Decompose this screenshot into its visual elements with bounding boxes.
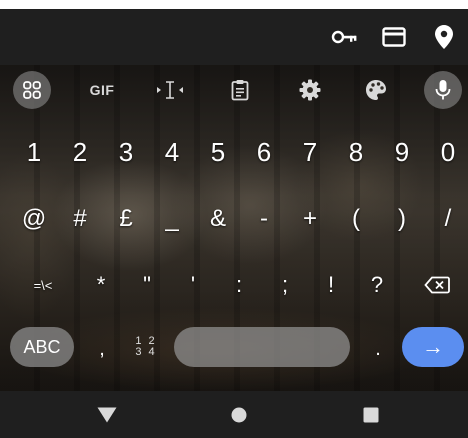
credit-card-icon[interactable] [376,17,412,57]
status-strip [0,0,468,9]
key-asterisk[interactable]: * [78,253,124,317]
space-bar[interactable] [174,327,350,367]
apps-grid-icon[interactable] [13,71,51,109]
key-icon[interactable] [326,17,362,57]
clipboard-icon[interactable] [220,70,260,110]
symbols-keyboard: GIF 1 2 3 4 5 6 7 8 9 0 @ # £ _ & - + (… [0,65,468,391]
enter-button[interactable]: → [402,327,464,367]
more-symbols-key[interactable]: =\< [18,253,68,317]
key-plus[interactable]: + [287,187,333,251]
theme-palette-icon[interactable] [356,70,396,110]
gif-label: GIF [89,82,115,98]
cursor-control-icon[interactable] [150,70,190,110]
key-minus[interactable]: - [241,187,287,251]
arrow-right-icon: → [422,334,444,359]
key-comma[interactable]: , [90,329,114,369]
key-open-paren[interactable]: ( [333,187,379,251]
key-7[interactable]: 7 [287,120,333,184]
key-6[interactable]: 6 [241,120,287,184]
key-double-quote[interactable]: " [124,253,170,317]
key-3[interactable]: 3 [103,120,149,184]
numpad-mode-key[interactable]: 1 2 3 4 [132,329,160,365]
key-at[interactable]: @ [11,187,57,251]
autofill-suggestion-bar [0,9,468,65]
abc-mode-button[interactable]: ABC [10,327,74,367]
key-ampersand[interactable]: & [195,187,241,251]
key-slash[interactable]: / [425,187,468,251]
key-4[interactable]: 4 [149,120,195,184]
key-colon[interactable]: : [216,253,262,317]
key-5[interactable]: 5 [195,120,241,184]
key-hash[interactable]: # [57,187,103,251]
home-circle-icon[interactable] [209,391,269,438]
key-semicolon[interactable]: ; [262,253,308,317]
navigation-bar [0,391,468,438]
backspace-icon[interactable] [412,253,462,317]
key-exclamation[interactable]: ! [308,253,354,317]
key-single-quote[interactable]: ' [170,253,216,317]
key-period[interactable]: . [366,329,390,369]
settings-gear-icon[interactable] [290,70,330,110]
key-2[interactable]: 2 [57,120,103,184]
keyboard-toolbar: GIF [0,65,468,115]
key-1[interactable]: 1 [11,120,57,184]
numpad-label-bottom: 3 4 [135,346,157,358]
key-question[interactable]: ? [354,253,400,317]
key-8[interactable]: 8 [333,120,379,184]
recents-square-icon[interactable] [341,391,401,438]
back-triangle-icon[interactable] [77,391,137,438]
microphone-icon[interactable] [424,71,462,109]
key-underscore[interactable]: _ [149,187,195,251]
location-pin-icon[interactable] [426,17,462,57]
key-close-paren[interactable]: ) [379,187,425,251]
key-9[interactable]: 9 [379,120,425,184]
key-pound[interactable]: £ [103,187,149,251]
gif-icon[interactable]: GIF [82,70,122,110]
key-0[interactable]: 0 [425,120,468,184]
